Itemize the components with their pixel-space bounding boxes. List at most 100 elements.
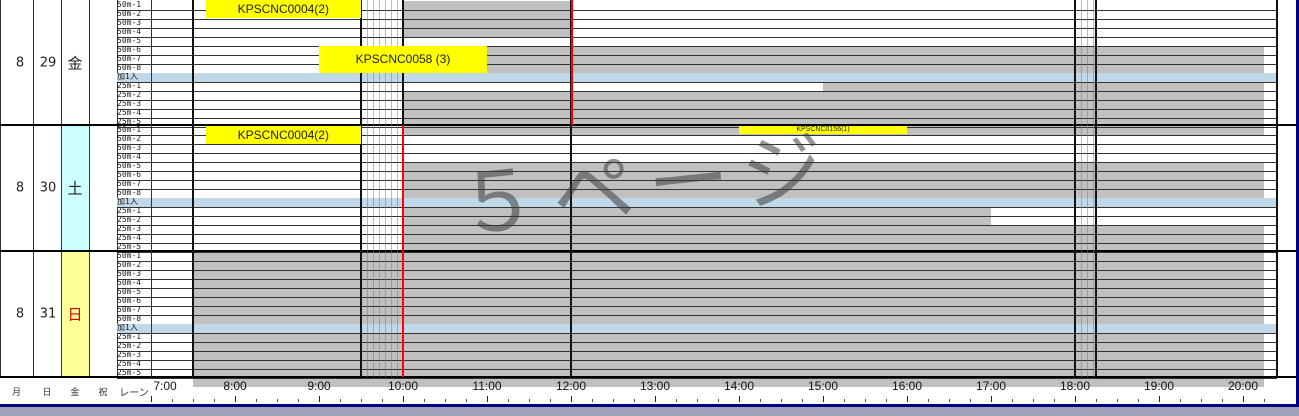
row-line (117, 37, 1277, 38)
column-divider (89, 0, 90, 125)
axis-tick (571, 396, 572, 402)
lane-label: 50m-8 (117, 189, 142, 197)
row-line (117, 55, 1277, 56)
axis-tick (1264, 399, 1265, 402)
time-label: 9:00 (307, 379, 331, 393)
row-line (117, 46, 1277, 47)
axis-tick (886, 399, 887, 402)
lane-label: 加1入 (117, 324, 138, 332)
axis-tick (298, 399, 299, 402)
row-line (117, 261, 1277, 262)
axis-tick (1075, 396, 1076, 402)
day-weekday: 土 (67, 179, 83, 198)
axis-tick (256, 399, 257, 402)
day-weekday: 日 (67, 305, 83, 324)
lane-label: 50m-3 (117, 270, 142, 278)
axis-tick (865, 399, 866, 402)
axis-tick (361, 399, 362, 402)
lane-label: 50m-1 (117, 1, 142, 9)
job-bar: KPSCNC0004(2) (205, 0, 361, 18)
lane-label: 50m-8 (117, 315, 142, 323)
footer-lane-label: レーン (119, 387, 149, 399)
row-line (117, 100, 1277, 101)
row-line (117, 109, 1277, 110)
lane-label: 25m-3 (117, 351, 142, 359)
footer-top-line (0, 377, 1299, 378)
time-label: 12:00 (555, 379, 587, 393)
lane-label: 25m-4 (117, 360, 142, 368)
axis-tick (1222, 399, 1223, 402)
day-month: 8 (15, 180, 25, 196)
row-line (117, 333, 1277, 334)
axis-tick (634, 399, 635, 402)
axis-tick (991, 396, 992, 402)
row-line (117, 306, 1277, 307)
lane-label: 50m-2 (117, 135, 142, 143)
axis-tick (844, 399, 845, 402)
column-divider (89, 125, 90, 251)
axis-tick (193, 399, 194, 402)
blocked-region (193, 252, 1264, 387)
axis-tick (592, 399, 593, 402)
lane-label: 50m-3 (117, 144, 142, 152)
column-divider (61, 125, 62, 251)
axis-tick (718, 399, 719, 402)
lane-label: 50m-1 (117, 252, 142, 260)
column-divider (33, 251, 34, 377)
job-bar: KPSCNC0058 (3) (319, 46, 487, 73)
row-line (117, 297, 1277, 298)
lane-label: 50m-7 (117, 306, 142, 314)
time-label: 20:00 (1227, 379, 1259, 393)
axis-tick (928, 399, 929, 402)
lane-label: 50m-6 (117, 297, 142, 305)
axis-tick (1096, 399, 1097, 402)
column-divider (61, 251, 62, 377)
lane-label: 50m-7 (117, 55, 142, 63)
blocked-region (823, 82, 1264, 91)
day-boundary (0, 250, 1299, 252)
lane-label: 25m-2 (117, 342, 142, 350)
current-time-line (402, 125, 404, 377)
lane-label: 25m-1 (117, 207, 142, 215)
column-divider (89, 251, 90, 377)
axis-tick (466, 399, 467, 402)
axis-tick (781, 399, 782, 402)
axis-tick (1180, 399, 1181, 402)
axis-tick (529, 399, 530, 402)
lane-label: 50m-6 (117, 46, 142, 54)
hour-divider (192, 0, 194, 377)
axis-tick (802, 399, 803, 402)
axis-tick (1201, 399, 1202, 402)
job-bar: KPSCNC0004(2) (205, 126, 361, 144)
time-label: 11:00 (472, 379, 502, 393)
lane-label: 50m-5 (117, 288, 142, 296)
axis-tick (214, 399, 215, 402)
row-line (117, 28, 1277, 29)
axis-tick (760, 399, 761, 402)
schedule-sheet: 8 29 金 8 30 土 8 31 日 50m-1 50m-2 50m-3 50m-4 50m-5 50… (0, 0, 1299, 416)
lane-label: 50m-8 (117, 64, 142, 72)
row-line (117, 360, 1277, 361)
axis-tick (235, 396, 236, 402)
day-month: 8 (15, 55, 25, 70)
lane-label: 加1入 (117, 198, 138, 206)
lane-label: 25m-3 (117, 225, 142, 233)
axis-tick (550, 399, 551, 402)
time-label: 18:00 (1059, 379, 1091, 393)
row-line (117, 369, 1277, 370)
lane-label: 50m-2 (117, 261, 142, 269)
axis-tick (382, 399, 383, 402)
axis-tick (1012, 399, 1013, 402)
axis-tick (1117, 399, 1118, 402)
footer-weekday-label: 金 (70, 387, 80, 398)
lane-label: 50m-1 (117, 126, 142, 134)
footer-day-label: 日 (42, 387, 52, 398)
current-time-line (571, 0, 573, 125)
axis-tick (676, 399, 677, 402)
axis-tick (319, 396, 320, 402)
time-label: 16:00 (891, 379, 923, 393)
lane-label: 50m-5 (117, 37, 142, 45)
lane-label: 50m-4 (117, 28, 142, 36)
row-line (117, 91, 1277, 92)
page-bottom-gray (0, 407, 1299, 416)
